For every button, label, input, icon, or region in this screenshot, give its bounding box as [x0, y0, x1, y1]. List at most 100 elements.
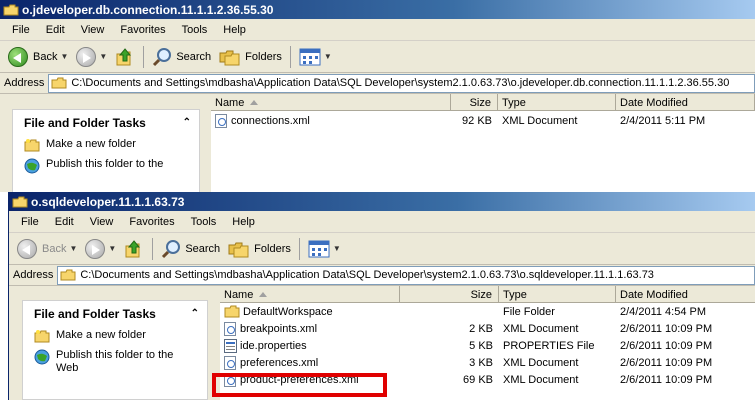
tasks-title: File and Folder Tasks: [24, 115, 146, 130]
folders-button[interactable]: Folders: [224, 236, 295, 262]
search-icon: [162, 239, 181, 258]
publish-web-icon: [24, 158, 40, 174]
menu-file[interactable]: File: [13, 216, 47, 228]
sort-ascending-icon: [259, 292, 268, 297]
up-folder-button[interactable]: [120, 236, 148, 262]
tasks-header[interactable]: File and Folder Tasks ⌃: [23, 301, 207, 326]
menu-help[interactable]: Help: [215, 24, 254, 36]
folders-button[interactable]: Folders: [215, 44, 286, 70]
address-path: C:\Documents and Settings\mdbasha\Applic…: [80, 269, 654, 281]
address-path: C:\Documents and Settings\mdbasha\Applic…: [71, 77, 730, 89]
list-item[interactable]: breakpoints.xml 2 KB XML Document 2/6/20…: [220, 320, 755, 337]
address-label: Address: [13, 269, 54, 281]
list-item[interactable]: ide.properties 5 KB PROPERTIES File 2/6/…: [220, 337, 755, 354]
up-folder-icon: [116, 47, 132, 65]
forward-button[interactable]: ▼: [81, 236, 120, 262]
address-input[interactable]: C:\Documents and Settings\mdbasha\Applic…: [57, 265, 755, 285]
column-type[interactable]: Type: [498, 94, 616, 111]
back-button[interactable]: Back ▼: [4, 44, 72, 70]
menu-favorites[interactable]: Favorites: [121, 216, 182, 228]
folders-label: Folders: [245, 50, 282, 63]
highlight-annotation-box: [212, 373, 387, 397]
title-bar[interactable]: o.jdeveloper.db.connection.11.1.1.2.36.5…: [0, 0, 755, 19]
search-label: Search: [176, 50, 212, 63]
menu-edit[interactable]: Edit: [47, 216, 82, 228]
file-folder-tasks-panel: File and Folder Tasks ⌃ Make a new folde…: [22, 300, 208, 400]
menu-bar: File Edit View Favorites Tools Help: [9, 211, 755, 233]
file-folder-tasks-panel: File and Folder Tasks ⌃ Make a new folde…: [12, 109, 200, 192]
dropdown-arrow-icon[interactable]: ▼: [333, 244, 341, 253]
folder-icon: [12, 196, 28, 207]
views-button[interactable]: ▼: [304, 236, 345, 262]
publish-folder-link[interactable]: Publish this folder to the Web: [23, 346, 207, 378]
folder-icon: [51, 77, 67, 89]
new-folder-icon: [24, 139, 40, 152]
toolbar: Back ▼ ▼ Search Folders ▼: [9, 233, 755, 265]
views-button[interactable]: ▼: [295, 44, 336, 70]
list-item[interactable]: preferences.xml 3 KB XML Document 2/6/20…: [220, 354, 755, 371]
back-button[interactable]: Back ▼: [13, 236, 81, 262]
folder-icon: [60, 269, 76, 281]
column-type[interactable]: Type: [499, 286, 616, 303]
column-name[interactable]: Name: [220, 286, 400, 303]
task-label: Make a new folder: [46, 138, 136, 150]
toolbar: Back ▼ ▼ Search Folders ▼: [0, 41, 755, 73]
column-date-modified[interactable]: Date Modified: [616, 94, 755, 111]
folder-icon: [224, 305, 240, 318]
list-header: Name Size Type Date Modified: [211, 94, 755, 111]
views-icon: [299, 48, 321, 65]
window-title: o.sqldeveloper.11.1.1.63.73: [31, 194, 185, 209]
menu-tools[interactable]: Tools: [183, 216, 225, 228]
address-input[interactable]: C:\Documents and Settings\mdbasha\Applic…: [48, 73, 755, 93]
address-label: Address: [4, 77, 45, 89]
dropdown-arrow-icon[interactable]: ▼: [324, 52, 332, 61]
new-folder-icon: [34, 330, 50, 343]
dropdown-arrow-icon[interactable]: ▼: [108, 244, 116, 253]
back-arrow-icon: [8, 46, 28, 67]
collapse-chevron-icon[interactable]: ⌃: [183, 117, 191, 128]
toolbar-separator: [289, 45, 291, 68]
forward-arrow-icon: [76, 46, 97, 67]
list-item[interactable]: connections.xml 92 KB XML Document 2/4/2…: [211, 112, 755, 129]
column-name[interactable]: Name: [211, 94, 451, 111]
column-date-modified[interactable]: Date Modified: [616, 286, 755, 303]
file-list: Name Size Type Date Modified connections…: [211, 94, 755, 192]
search-button[interactable]: Search: [148, 44, 215, 70]
menu-help[interactable]: Help: [224, 216, 263, 228]
search-button[interactable]: Search: [157, 236, 224, 262]
dropdown-arrow-icon[interactable]: ▼: [99, 52, 107, 61]
forward-button[interactable]: ▼: [72, 44, 111, 70]
column-size[interactable]: Size: [451, 94, 498, 111]
folders-icon: [219, 50, 240, 65]
menu-view[interactable]: View: [82, 216, 122, 228]
views-icon: [308, 240, 330, 257]
folders-label: Folders: [254, 242, 291, 255]
xml-file-icon: [224, 321, 236, 336]
menu-favorites[interactable]: Favorites: [112, 24, 173, 36]
menu-bar: File Edit View Favorites Tools Help: [0, 19, 755, 41]
forward-arrow-icon: [85, 238, 106, 259]
collapse-chevron-icon[interactable]: ⌃: [191, 308, 199, 319]
publish-folder-link[interactable]: Publish this folder to the: [13, 155, 199, 177]
menu-tools[interactable]: Tools: [174, 24, 216, 36]
tasks-header[interactable]: File and Folder Tasks ⌃: [13, 110, 199, 135]
explorer-window-sqldeveloper: o.sqldeveloper.11.1.1.63.73 File Edit Vi…: [8, 192, 755, 400]
publish-web-icon: [34, 349, 50, 365]
make-new-folder-link[interactable]: Make a new folder: [13, 135, 199, 155]
column-size[interactable]: Size: [400, 286, 499, 303]
tasks-title: File and Folder Tasks: [34, 306, 156, 321]
dropdown-arrow-icon[interactable]: ▼: [69, 244, 77, 253]
sort-ascending-icon: [250, 100, 259, 105]
list-item[interactable]: DefaultWorkspace File Folder 2/4/2011 4:…: [220, 303, 755, 320]
address-bar: Address C:\Documents and Settings\mdbash…: [0, 73, 755, 94]
up-folder-icon: [125, 239, 141, 257]
make-new-folder-link[interactable]: Make a new folder: [23, 326, 207, 346]
menu-view[interactable]: View: [73, 24, 113, 36]
properties-file-icon: [224, 338, 237, 353]
menu-file[interactable]: File: [4, 24, 38, 36]
dropdown-arrow-icon[interactable]: ▼: [60, 52, 68, 61]
menu-edit[interactable]: Edit: [38, 24, 73, 36]
toolbar-separator: [152, 237, 154, 260]
title-bar[interactable]: o.sqldeveloper.11.1.1.63.73: [9, 192, 755, 211]
up-folder-button[interactable]: [111, 44, 139, 70]
